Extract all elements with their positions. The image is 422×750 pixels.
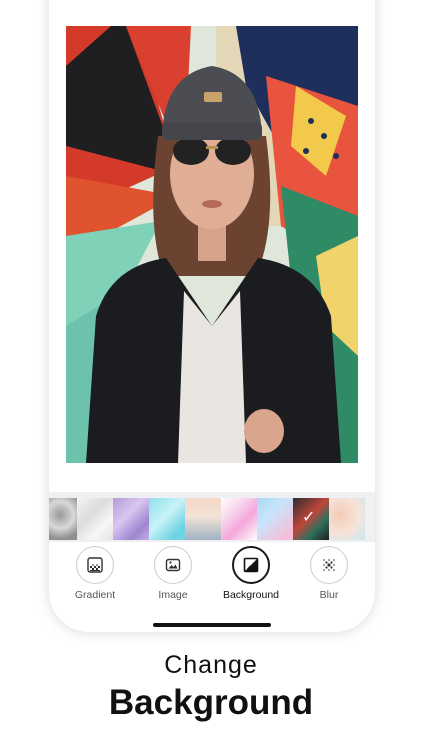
tool-image[interactable]: Image xyxy=(133,545,213,605)
swatch-pastel-blue[interactable] xyxy=(257,498,293,540)
swatch-grey-marble[interactable] xyxy=(49,498,77,540)
edit-toolbar: Gradient Image Background Blur xyxy=(49,545,375,605)
caption-line-2: Background xyxy=(108,683,314,722)
swatch-current-photo[interactable]: ✓ xyxy=(293,498,329,540)
tool-label: Blur xyxy=(319,589,339,601)
swatch-purple-watercolor[interactable] xyxy=(113,498,149,540)
swatch-pink-ink[interactable] xyxy=(221,498,257,540)
tool-gradient[interactable]: Gradient xyxy=(55,545,135,605)
checkmark-icon: ✓ xyxy=(302,509,316,526)
background-swatch-strip[interactable]: ✓ xyxy=(49,492,375,542)
tool-blur[interactable]: Blur xyxy=(289,545,369,605)
editor-canvas xyxy=(49,0,375,488)
image-icon xyxy=(154,546,192,584)
swatch-aqua-watercolor[interactable] xyxy=(149,498,185,540)
swatch-peach-speckle[interactable] xyxy=(329,498,365,540)
edited-photo[interactable] xyxy=(66,26,358,463)
blur-icon xyxy=(310,546,348,584)
tool-label: Image xyxy=(158,589,188,601)
swatch-sunset-fade[interactable] xyxy=(185,498,221,540)
home-indicator xyxy=(153,623,271,627)
caption-line-1: Change xyxy=(164,651,258,679)
gradient-icon xyxy=(76,546,114,584)
phone-frame: ✓ Gradient Image Background Blur xyxy=(49,0,375,632)
portrait-illustration xyxy=(66,26,358,463)
tool-background[interactable]: Background xyxy=(211,545,291,605)
tool-label: Background xyxy=(222,589,280,601)
swatch-white-marble[interactable] xyxy=(77,498,113,540)
tool-label: Gradient xyxy=(74,589,116,601)
background-icon xyxy=(232,546,270,584)
